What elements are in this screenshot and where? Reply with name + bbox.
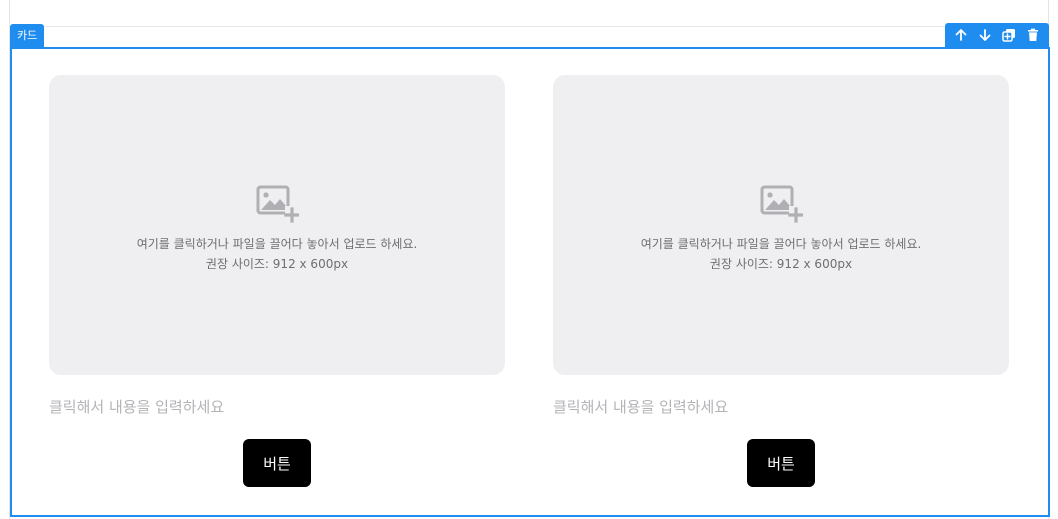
editor-canvas: 카드 여기를 클릭하거나 파일을 끌어다 놓아서 업로드 하세요. 권장 사이즈… (0, 0, 1058, 519)
move-up-button[interactable] (952, 26, 970, 44)
image-add-icon (256, 185, 299, 223)
image-upload-area[interactable]: 여기를 클릭하거나 파일을 끌어다 놓아서 업로드 하세요. 권장 사이즈: 9… (553, 75, 1009, 375)
move-down-button[interactable] (976, 26, 994, 44)
previous-block-divider (10, 26, 1048, 27)
card-text-input[interactable]: 클릭해서 내용을 입력하세요 (49, 397, 505, 417)
arrow-up-icon (955, 29, 967, 41)
arrow-down-icon (979, 29, 991, 41)
card-button-wrap: 버튼 (49, 439, 505, 487)
image-add-icon (760, 185, 803, 223)
card-1: 여기를 클릭하거나 파일을 끌어다 놓아서 업로드 하세요. 권장 사이즈: 9… (49, 75, 505, 487)
block-type-tag: 카드 (10, 24, 45, 47)
duplicate-icon (1002, 29, 1015, 42)
upload-size-hint: 권장 사이즈: 912 x 600px (205, 257, 349, 271)
card-text-input[interactable]: 클릭해서 내용을 입력하세요 (553, 397, 1009, 417)
trash-icon (1028, 28, 1038, 41)
duplicate-button[interactable] (1000, 26, 1018, 44)
image-upload-area[interactable]: 여기를 클릭하거나 파일을 끌어다 놓아서 업로드 하세요. 권장 사이즈: 9… (49, 75, 505, 375)
card-button-wrap: 버튼 (553, 439, 1009, 487)
card-button[interactable]: 버튼 (243, 439, 311, 487)
delete-button[interactable] (1024, 26, 1042, 44)
card-block: 여기를 클릭하거나 파일을 끌어다 놓아서 업로드 하세요. 권장 사이즈: 9… (10, 47, 1050, 517)
upload-instruction: 여기를 클릭하거나 파일을 끌어다 놓아서 업로드 하세요. (136, 237, 418, 251)
card-button[interactable]: 버튼 (747, 439, 815, 487)
block-toolbar (945, 23, 1049, 47)
upload-instruction: 여기를 클릭하거나 파일을 끌어다 놓아서 업로드 하세요. (640, 237, 922, 251)
upload-size-hint: 권장 사이즈: 912 x 600px (709, 257, 853, 271)
card-2: 여기를 클릭하거나 파일을 끌어다 놓아서 업로드 하세요. 권장 사이즈: 9… (553, 75, 1009, 487)
